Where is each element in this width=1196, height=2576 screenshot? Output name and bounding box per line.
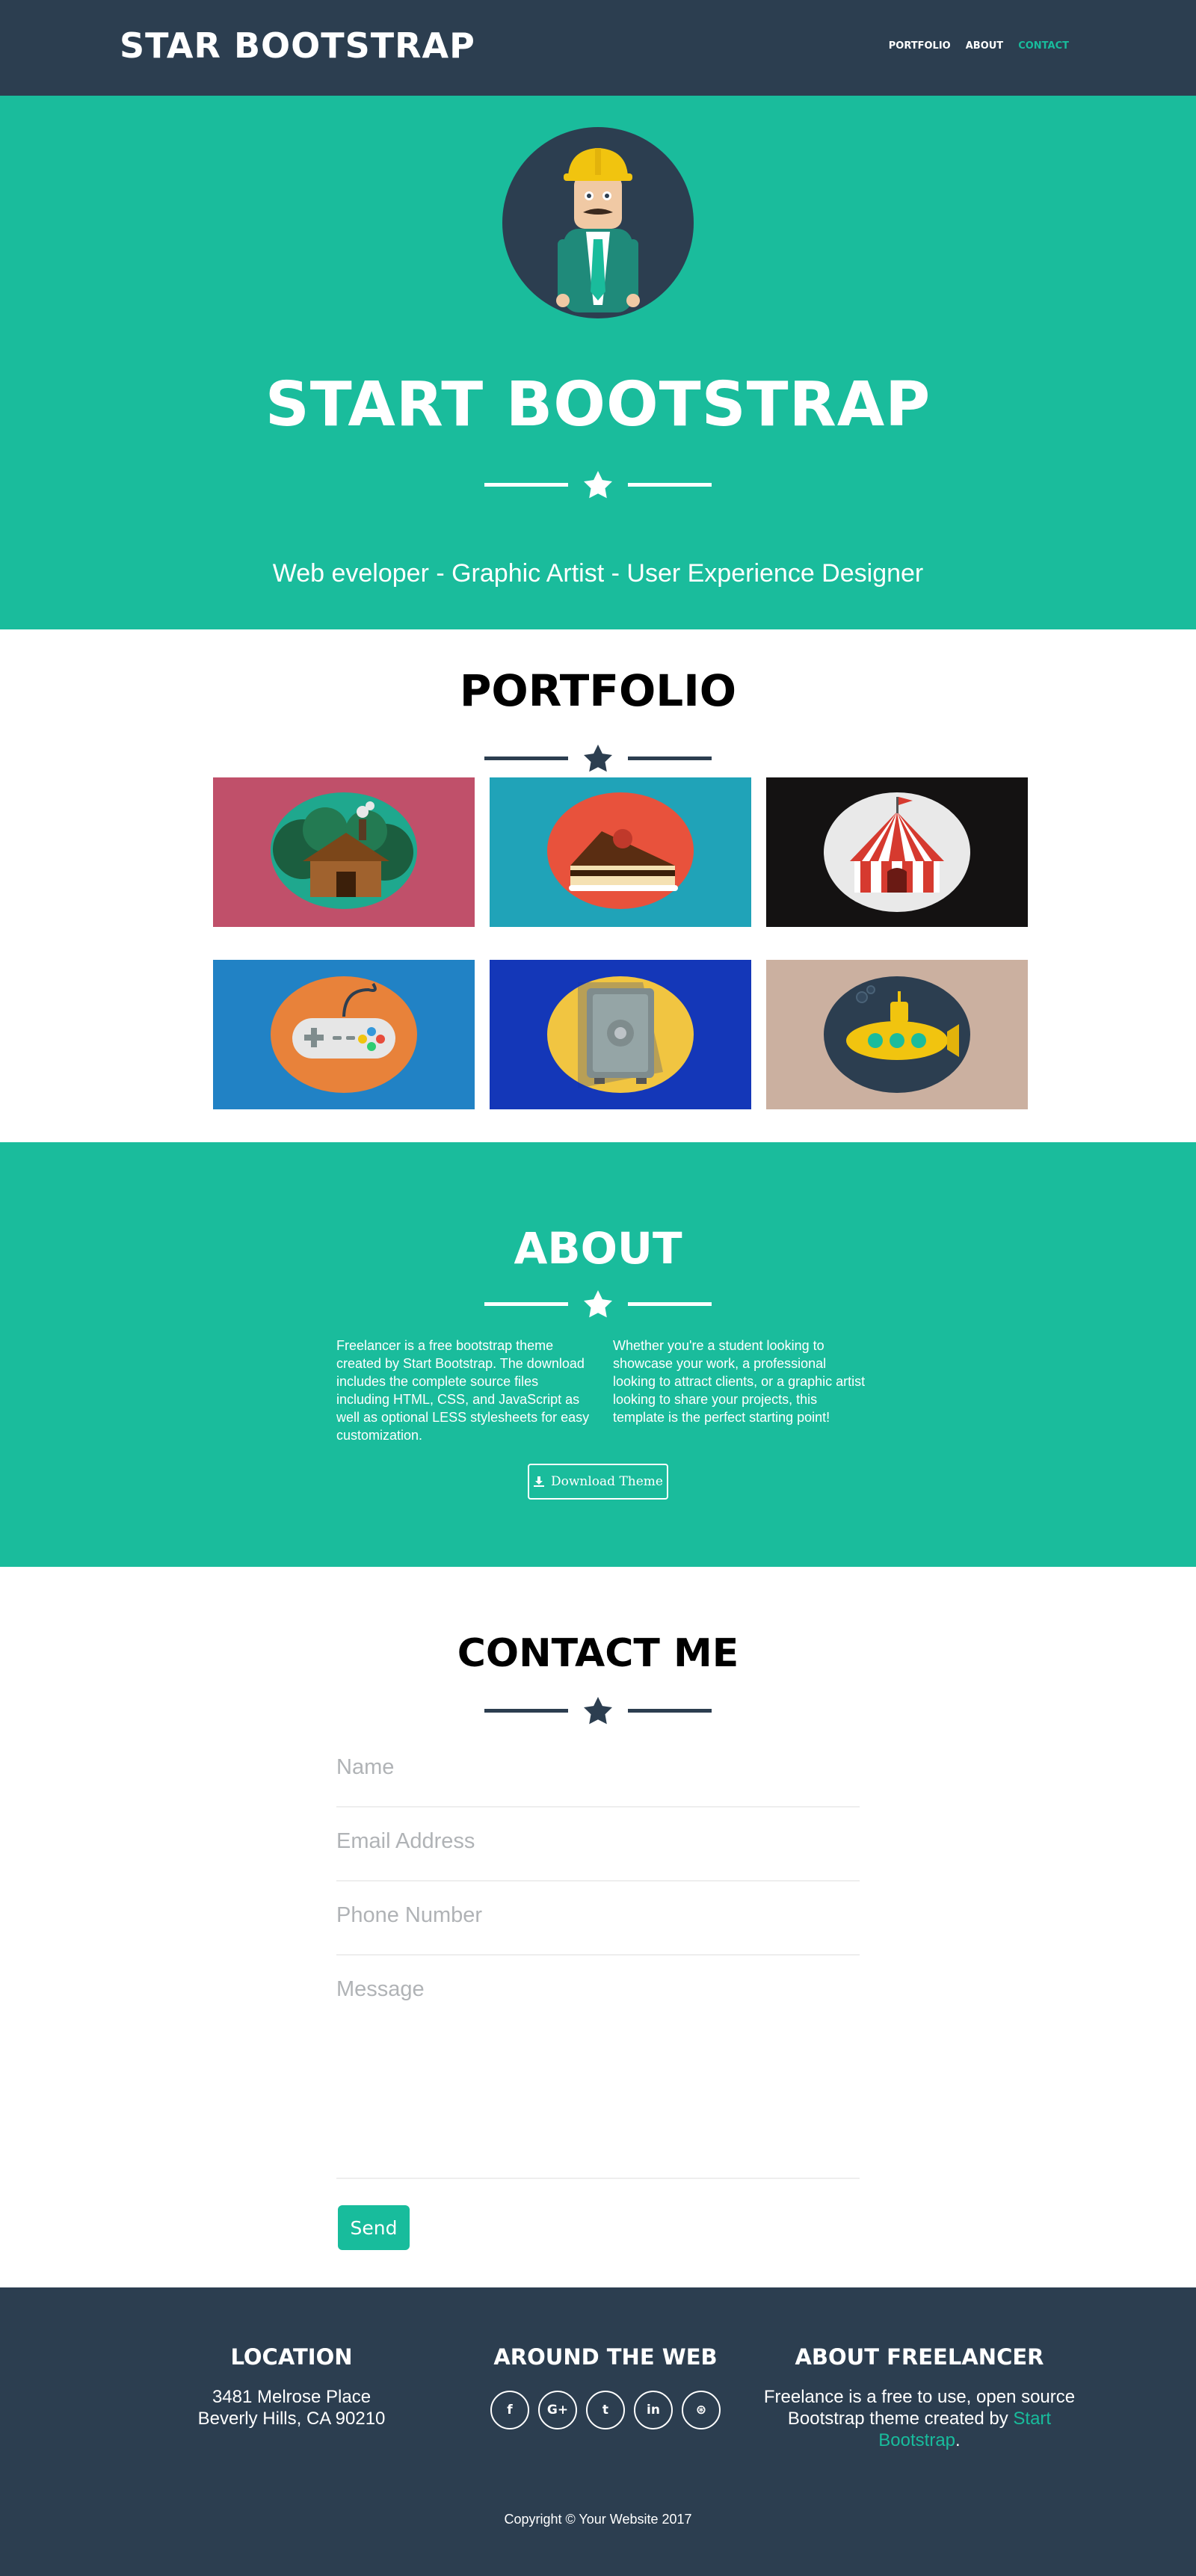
send-button[interactable]: Send	[338, 2205, 410, 2250]
about-text-left: Freelancer is a free bootstrap theme cre…	[336, 1338, 590, 1443]
phone-field[interactable]	[336, 1903, 860, 1928]
twitter-icon[interactable]: t	[586, 2391, 625, 2429]
about-section: ABOUT Freelancer is a free bootstrap the…	[0, 1142, 1196, 1567]
star-divider	[484, 471, 712, 499]
name-field-wrapper	[336, 1755, 860, 1808]
facebook-icon[interactable]: f	[490, 2391, 529, 2429]
star-icon	[584, 1290, 612, 1318]
portfolio-section: PORTFOLIO	[0, 629, 1196, 1142]
submarine-icon	[824, 976, 970, 1093]
avatar-icon	[502, 127, 694, 318]
hero-subtitle: Web eveloper - Graphic Artist - User Exp…	[272, 559, 924, 588]
nav-links: PORTFOLIO ABOUT CONTACT	[889, 40, 1069, 52]
name-field[interactable]	[336, 1755, 860, 1780]
hero-title: START BOOTSTRAP	[265, 369, 931, 440]
footer-about-text: Freelance is a free to use, open source …	[762, 2386, 1076, 2451]
dribbble-icon[interactable]: ⊛	[682, 2391, 721, 2429]
footer-about-period: .	[955, 2430, 961, 2450]
portfolio-item-cabin[interactable]	[213, 777, 475, 927]
address-line-1: 3481 Melrose Place	[212, 2387, 372, 2407]
message-field-wrapper	[336, 1977, 860, 2179]
social-links: f G+ t in ⊛	[449, 2391, 762, 2429]
google-plus-icon[interactable]: G+	[538, 2391, 577, 2429]
download-theme-label: Download Theme	[551, 1474, 663, 1489]
footer-about: ABOUT FREELANCER Freelance is a free to …	[762, 2344, 1076, 2451]
portfolio-item-game[interactable]	[213, 960, 475, 1109]
address-line-2: Beverly Hills, CA 90210	[197, 2409, 386, 2429]
star-divider	[484, 1697, 712, 1725]
portfolio-item-cake[interactable]	[490, 777, 751, 927]
safe-icon	[547, 976, 694, 1093]
star-divider	[484, 745, 712, 772]
email-field[interactable]	[336, 1829, 860, 1854]
nav-link-portfolio[interactable]: PORTFOLIO	[889, 40, 951, 52]
phone-field-wrapper	[336, 1903, 860, 1956]
download-theme-button[interactable]: Download Theme	[528, 1464, 668, 1500]
portfolio-item-safe[interactable]	[490, 960, 751, 1109]
about-title: ABOUT	[514, 1223, 682, 1274]
contact-title: CONTACT ME	[457, 1631, 739, 1676]
footer-about-heading: ABOUT FREELANCER	[795, 2344, 1044, 2370]
footer-location: LOCATION 3481 Melrose Place Beverly Hill…	[135, 2344, 449, 2429]
footer-location-heading: LOCATION	[230, 2344, 353, 2370]
linkedin-icon[interactable]: in	[634, 2391, 673, 2429]
download-icon	[534, 1476, 544, 1487]
footer: LOCATION 3481 Melrose Place Beverly Hill…	[0, 2287, 1196, 2576]
about-text-right: Whether you're a student looking to show…	[613, 1338, 866, 1425]
circus-tent-icon	[824, 792, 970, 912]
hero-section: START BOOTSTRAP Web eveloper - Graphic A…	[0, 96, 1196, 629]
game-controller-icon	[271, 976, 417, 1093]
copyright: Copyright © Your Website 2017	[504, 2512, 692, 2527]
star-icon	[584, 745, 612, 772]
message-field[interactable]	[336, 1977, 860, 2172]
cake-icon	[547, 792, 694, 909]
brand-logo[interactable]: STAR BOOTSTRAP	[120, 25, 475, 66]
contact-section: CONTACT ME Send	[0, 1567, 1196, 2287]
star-icon	[584, 1697, 612, 1725]
portfolio-title: PORTFOLIO	[459, 665, 737, 716]
star-divider	[484, 1290, 712, 1318]
nav-link-contact[interactable]: CONTACT	[1018, 40, 1069, 52]
navbar: STAR BOOTSTRAP PORTFOLIO ABOUT CONTACT	[0, 0, 1196, 96]
footer-web-heading: AROUND THE WEB	[493, 2344, 718, 2370]
nav-link-about[interactable]: ABOUT	[966, 40, 1003, 52]
email-field-wrapper	[336, 1829, 860, 1882]
portfolio-item-circus[interactable]	[766, 777, 1028, 927]
star-icon	[584, 471, 612, 499]
portfolio-item-submarine[interactable]	[766, 960, 1028, 1109]
footer-around-the-web: AROUND THE WEB f G+ t in ⊛	[449, 2344, 762, 2429]
cabin-icon	[271, 792, 417, 909]
